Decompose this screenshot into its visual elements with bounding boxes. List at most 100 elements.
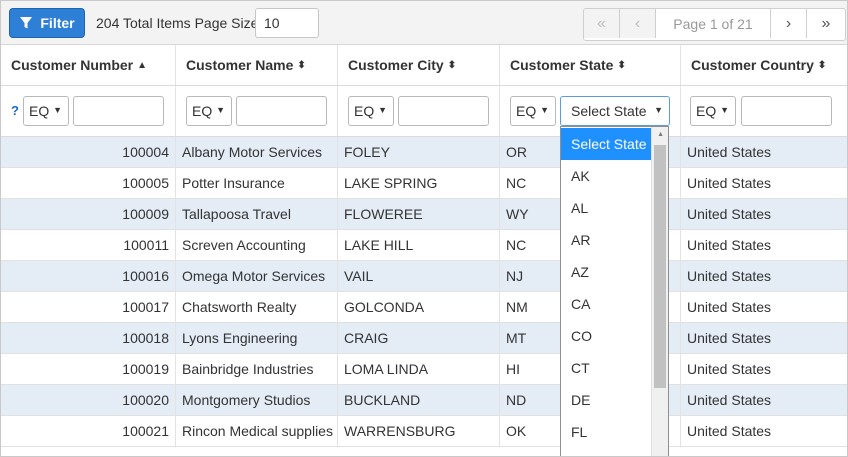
city-filter-input[interactable] [398, 96, 489, 126]
grid-frame: Filter 204 Total Items Page Size 10 « ‹ … [0, 0, 848, 457]
table-row[interactable]: 100019 Bainbridge Industries LOMA LINDA … [1, 354, 847, 385]
cell-customer-number: 100018 [1, 323, 176, 353]
operator-value: EQ [354, 103, 375, 119]
sort-asc-icon: ▲ [137, 59, 148, 71]
grid-toolbar: Filter 204 Total Items Page Size 10 « ‹ … [1, 1, 847, 45]
cell-customer-name: Bainbridge Industries [176, 354, 338, 384]
cell-customer-number: 100017 [1, 292, 176, 322]
cell-customer-number: 100009 [1, 199, 176, 229]
cell-customer-city: LAKE HILL [338, 230, 500, 260]
table-row[interactable]: 100004 Albany Motor Services FOLEY OR Un… [1, 137, 847, 168]
filter-cell-city: EQ ▼ [338, 86, 500, 136]
operator-select[interactable]: EQ ▼ [690, 96, 736, 126]
grid-body: 100004 Albany Motor Services FOLEY OR Un… [1, 137, 847, 447]
cell-customer-number: 100004 [1, 137, 176, 167]
table-row[interactable]: 100005 Potter Insurance LAKE SPRING NC U… [1, 168, 847, 199]
caret-down-icon: ▼ [720, 105, 729, 115]
table-row[interactable]: 100011 Screven Accounting LAKE HILL NC U… [1, 230, 847, 261]
page-info: Page 1 of 21 [656, 9, 771, 38]
cell-customer-city: FLOWEREE [338, 199, 500, 229]
double-chevron-right-icon: » [821, 14, 831, 32]
state-option[interactable]: AZ [561, 256, 652, 288]
operator-select[interactable]: EQ ▼ [510, 96, 556, 126]
table-row[interactable]: 100017 Chatsworth Realty GOLCONDA NM Uni… [1, 292, 847, 323]
cell-customer-name: Screven Accounting [176, 230, 338, 260]
cell-customer-city: GOLCONDA [338, 292, 500, 322]
state-option[interactable]: AK [561, 160, 652, 192]
funnel-icon [20, 17, 33, 29]
name-filter-input[interactable] [236, 96, 327, 126]
state-option[interactable]: AL [561, 192, 652, 224]
cell-customer-number: 100011 [1, 230, 176, 260]
last-page-button[interactable]: » [807, 9, 845, 38]
sort-icon: ⬍ [297, 59, 306, 71]
prev-page-button[interactable]: ‹ [620, 9, 656, 38]
dropdown-scrollbar[interactable]: ▲ [651, 127, 668, 456]
chevron-left-icon: ‹ [634, 14, 641, 32]
cell-customer-city: CRAIG [338, 323, 500, 353]
col-header-customer-city[interactable]: Customer City ⬍ [338, 45, 500, 85]
cell-customer-name: Omega Motor Services [176, 261, 338, 291]
state-option[interactable]: Select State [561, 128, 652, 160]
col-header-customer-country[interactable]: Customer Country ⬍ [681, 45, 847, 85]
cell-customer-country: United States [687, 330, 772, 346]
table-row[interactable]: 100009 Tallapoosa Travel FLOWEREE WY Uni… [1, 199, 847, 230]
col-header-customer-number[interactable]: Customer Number ▲ [1, 45, 176, 85]
first-page-button[interactable]: « [584, 9, 620, 38]
table-row[interactable]: 100020 Montgomery Studios BUCKLAND ND Un… [1, 385, 847, 416]
operator-value: EQ [192, 103, 213, 119]
country-filter-input[interactable] [741, 96, 832, 126]
table-row[interactable]: 100016 Omega Motor Services VAIL NJ Unit… [1, 261, 847, 292]
operator-select[interactable]: EQ ▼ [23, 96, 69, 126]
cell-customer-country: United States [687, 268, 772, 284]
scroll-up-arrow-icon[interactable]: ▲ [657, 131, 664, 138]
operator-select[interactable]: EQ ▼ [186, 96, 232, 126]
pager: « ‹ Page 1 of 21 › » [583, 8, 846, 41]
cell-customer-city: WARRENSBURG [338, 416, 500, 446]
state-select[interactable]: Select State ▼ [560, 96, 670, 126]
cell-customer-number: 100020 [1, 385, 176, 415]
chevron-right-icon: › [785, 14, 792, 32]
filter-row: ? EQ ▼ EQ ▼ EQ ▼ EQ ▼ Select State ▼ EQ ▼ [1, 86, 847, 137]
cell-customer-city: LOMA LINDA [338, 354, 500, 384]
cell-customer-country: United States [687, 299, 772, 315]
caret-down-icon: ▼ [216, 105, 225, 115]
cell-customer-name: Montgomery Studios [176, 385, 338, 415]
col-header-customer-name[interactable]: Customer Name ⬍ [176, 45, 338, 85]
filter-cell-number: ? EQ ▼ [1, 86, 176, 136]
cell-customer-number: 100021 [1, 416, 176, 446]
sort-icon: ⬍ [447, 59, 457, 71]
scrollbar-thumb[interactable] [654, 145, 666, 388]
page-size-input[interactable]: 10 [255, 8, 319, 38]
state-option[interactable]: CO [561, 320, 652, 352]
col-header-label: Customer Number [11, 57, 134, 73]
cell-customer-country: United States [687, 361, 772, 377]
state-option[interactable]: AR [561, 224, 652, 256]
total-items-text: 204 Total Items Page Size [96, 15, 259, 31]
operator-value: EQ [516, 103, 537, 119]
operator-value: EQ [29, 103, 50, 119]
cell-customer-number: 100019 [1, 354, 176, 384]
table-row[interactable]: 100021 Rincon Medical supplies WARRENSBU… [1, 416, 847, 447]
cell-customer-name: Lyons Engineering [176, 323, 338, 353]
next-page-button[interactable]: › [771, 9, 807, 38]
state-select-value: Select State [571, 103, 647, 119]
cell-customer-city: FOLEY [338, 137, 500, 167]
state-option[interactable]: DE [561, 384, 652, 416]
filter-button[interactable]: Filter [9, 8, 85, 38]
number-filter-input[interactable] [73, 96, 164, 126]
state-option[interactable]: CA [561, 288, 652, 320]
cell-customer-name: Tallapoosa Travel [176, 199, 338, 229]
state-option[interactable]: CT [561, 352, 652, 384]
col-header-customer-state[interactable]: Customer State ⬍ [500, 45, 681, 85]
cell-customer-city: BUCKLAND [338, 385, 500, 415]
cell-customer-country: United States [687, 175, 772, 191]
operator-select[interactable]: EQ ▼ [348, 96, 394, 126]
filter-cell-name: EQ ▼ [176, 86, 338, 136]
state-option[interactable]: FL [561, 416, 652, 448]
caret-down-icon: ▼ [654, 105, 663, 115]
table-row[interactable]: 100018 Lyons Engineering CRAIG MT United… [1, 323, 847, 354]
help-icon[interactable]: ? [11, 103, 19, 118]
cell-customer-name: Chatsworth Realty [176, 292, 338, 322]
double-chevron-left-icon: « [597, 14, 606, 32]
